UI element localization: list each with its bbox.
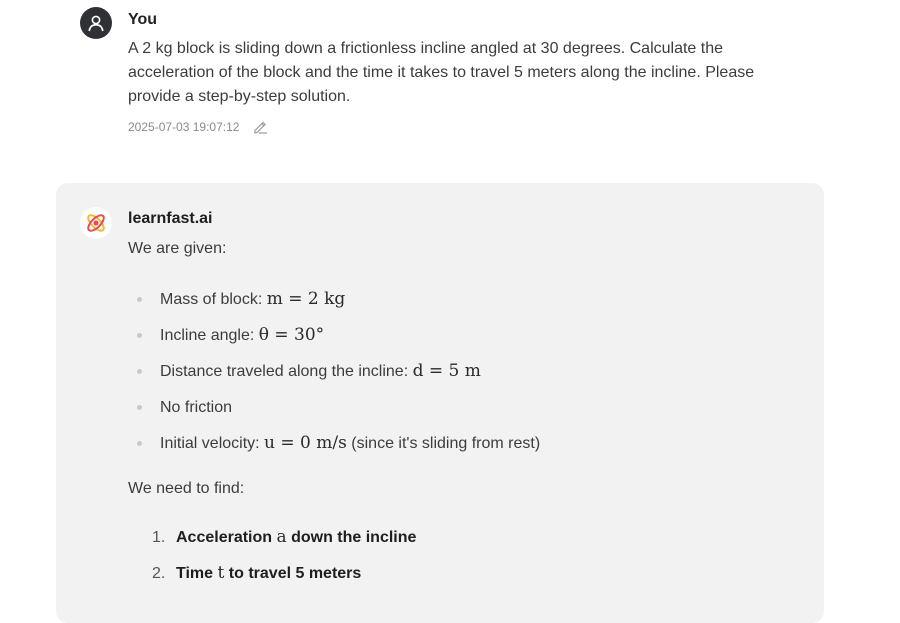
list-item: Incline angle: θ = 30° <box>128 317 540 353</box>
goal-text: down the incline <box>286 529 417 546</box>
math-expression: θ = 30° <box>258 325 325 345</box>
user-message-text: A 2 kg block is sliding down a frictionl… <box>128 40 755 105</box>
list-item: Mass of block: m = 2 kg <box>128 281 540 317</box>
math-expression: d = 5 m <box>412 361 481 381</box>
pencil-icon[interactable] <box>253 119 268 134</box>
ai-author-name: learnfast.ai <box>128 210 213 227</box>
goals-list: 1. Acceleration a down the incline 2. Time… <box>152 519 416 591</box>
list-item: 2. Time t to travel 5 meters <box>152 555 416 591</box>
math-expression: m = 2 kg <box>266 289 346 309</box>
given-intro: We are given: <box>128 240 227 257</box>
given-label: Distance traveled along the incline: <box>160 363 413 380</box>
user-author-name: You <box>128 11 158 28</box>
item-number: 2. <box>152 565 166 582</box>
goal-text: Acceleration <box>176 529 277 546</box>
message-timestamp: 2025-07-03 19:07:12 <box>128 119 240 134</box>
given-label: No friction <box>160 399 233 416</box>
given-label: Initial velocity: <box>160 435 265 452</box>
list-item: Initial velocity: u = 0 m/s (since it's … <box>128 425 540 461</box>
user-avatar-icon <box>80 7 112 39</box>
given-label: Incline angle: <box>160 327 259 344</box>
message-meta: 2025-07-03 19:07:12 <box>128 119 268 134</box>
need-intro: We need to find: <box>128 480 245 497</box>
math-expression: u = 0 m/s <box>264 433 347 453</box>
given-label: Mass of block: <box>160 291 267 308</box>
givens-list: Mass of block: m = 2 kg Incline angle: θ… <box>128 281 540 461</box>
goal-text: to travel 5 meters <box>224 565 362 582</box>
learnfast-logo-icon <box>80 207 112 239</box>
math-expression: a <box>276 527 287 547</box>
item-number: 1. <box>152 529 166 546</box>
ai-message-card: learnfast.ai We are given: Mass of block… <box>56 183 824 623</box>
given-suffix: (since it's sliding from rest) <box>346 435 541 452</box>
list-item: Distance traveled along the incline: d =… <box>128 353 540 389</box>
list-item: No friction <box>128 389 540 425</box>
goal-text: Time <box>176 565 218 582</box>
list-item: 1. Acceleration a down the incline <box>152 519 416 555</box>
